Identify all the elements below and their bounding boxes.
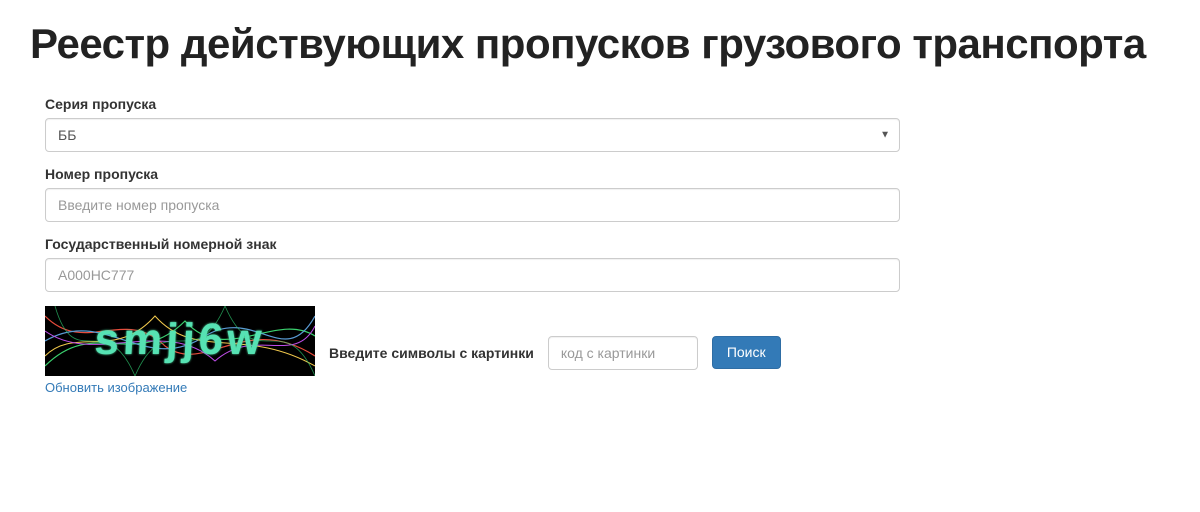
captcha-image: smjj6w (45, 306, 315, 376)
captcha-input[interactable] (548, 336, 698, 370)
captcha-prompt-label: Введите символы с картинки (329, 345, 534, 361)
page-title: Реестр действующих пропусков грузового т… (30, 20, 1170, 68)
captcha-text: smjj6w (93, 315, 266, 365)
plate-input[interactable] (45, 258, 900, 292)
search-button[interactable]: Поиск (712, 336, 781, 370)
refresh-captcha-link[interactable]: Обновить изображение (45, 378, 315, 399)
number-label: Номер пропуска (45, 166, 900, 182)
plate-label: Государственный номерной знак (45, 236, 900, 252)
number-input[interactable] (45, 188, 900, 222)
series-label: Серия пропуска (45, 96, 900, 112)
search-form: Серия пропуска ББ ▼ Номер пропуска Госуд… (30, 96, 900, 399)
series-select[interactable]: ББ (45, 118, 900, 152)
